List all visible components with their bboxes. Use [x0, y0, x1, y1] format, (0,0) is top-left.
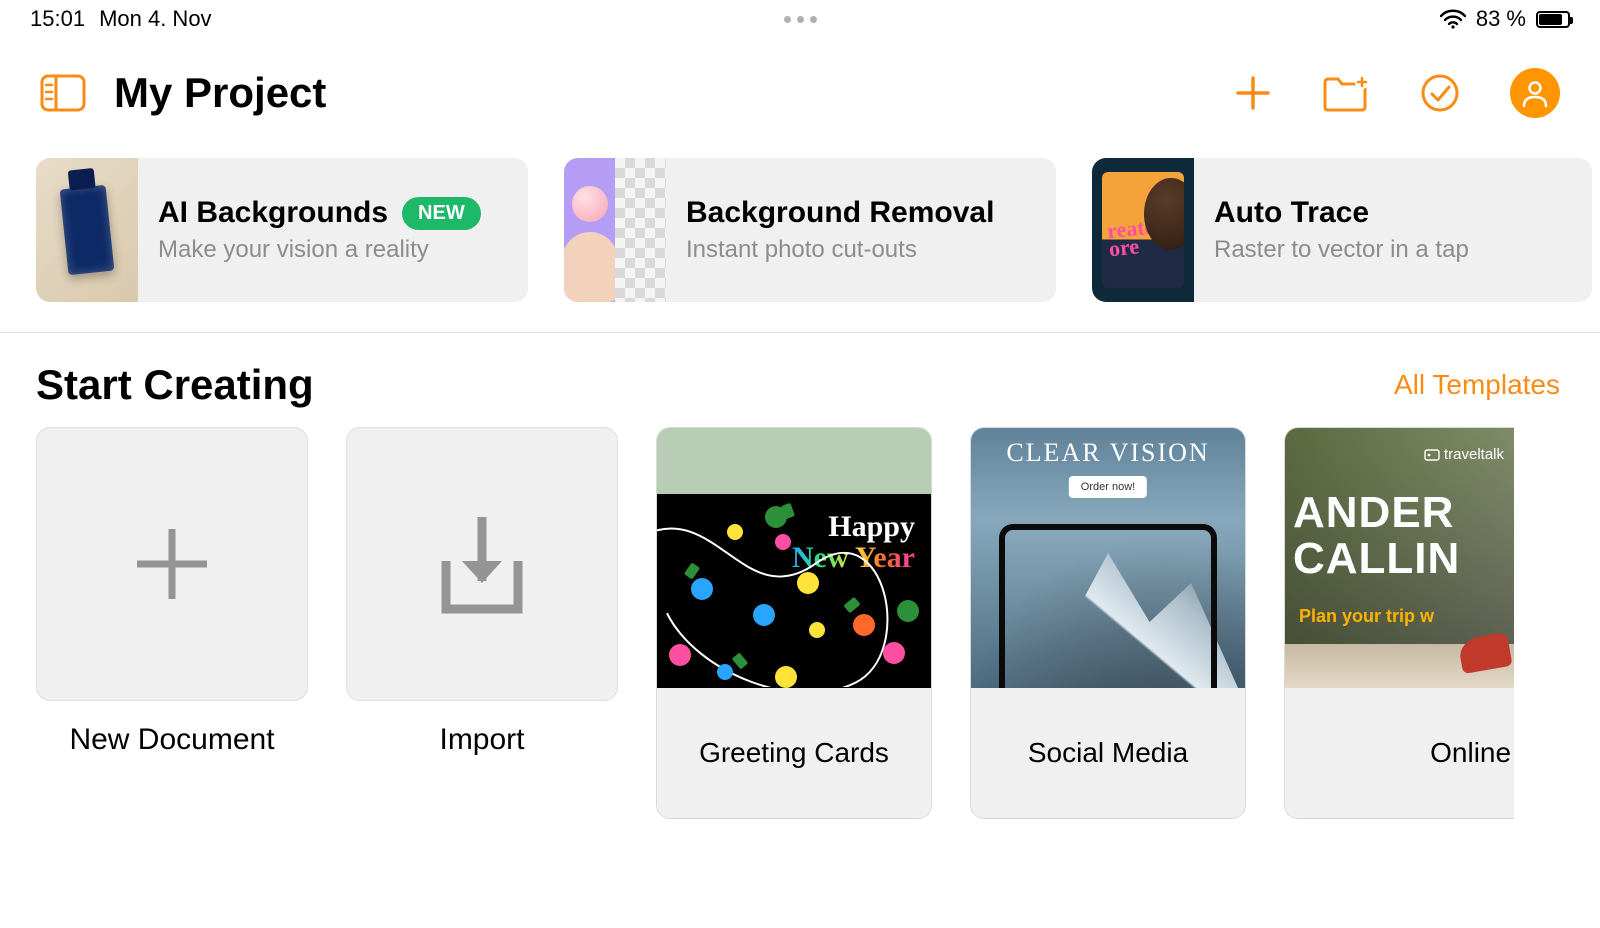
status-date: Mon 4. Nov	[99, 6, 212, 32]
all-templates-link[interactable]: All Templates	[1394, 369, 1560, 401]
status-time: 15:01	[30, 6, 85, 32]
ad-headline: ANDER CALLIN	[1293, 490, 1514, 582]
action-label: Import	[439, 723, 524, 757]
template-preview: traveltalk ANDER CALLIN Plan your trip w	[1285, 428, 1514, 688]
feature-subtitle: Raster to vector in a tap	[1214, 236, 1469, 264]
template-greeting-cards[interactable]: Happy New Year	[656, 427, 932, 819]
new-badge: NEW	[402, 197, 481, 230]
feature-title: Auto Trace	[1214, 196, 1369, 230]
feature-subtitle: Instant photo cut-outs	[686, 236, 994, 264]
multitask-dots[interactable]	[784, 16, 817, 23]
feature-auto-trace[interactable]: reateore Auto Trace Raster to vector in …	[1092, 158, 1592, 302]
ad-logo: traveltalk	[1424, 446, 1504, 463]
import-tile[interactable]: Import	[346, 427, 618, 819]
feature-title: Background Removal	[686, 196, 994, 230]
page-title: My Project	[114, 69, 1206, 117]
battery-icon	[1536, 11, 1570, 28]
feature-title: AI Backgrounds	[158, 196, 388, 230]
start-creating-row[interactable]: New Document Import Happy New Year	[0, 427, 1600, 819]
features-row[interactable]: AI Backgrounds NEW Make your vision a re…	[0, 138, 1600, 333]
feature-thumb: reateore	[1092, 158, 1194, 302]
profile-button[interactable]	[1510, 68, 1560, 118]
template-label: Social Media	[971, 688, 1245, 818]
feature-thumb	[564, 158, 666, 302]
ad-subline: Plan your trip w	[1299, 606, 1434, 627]
plus-icon	[127, 519, 217, 609]
select-mode-button[interactable]	[1420, 73, 1460, 113]
template-label: Greeting Cards	[657, 688, 931, 818]
feature-background-removal[interactable]: Background Removal Instant photo cut-out…	[564, 158, 1056, 302]
template-preview: Happy New Year	[657, 428, 931, 688]
template-online-ads[interactable]: traveltalk ANDER CALLIN Plan your trip w…	[1284, 427, 1514, 819]
template-label: Online A	[1430, 737, 1514, 769]
section-title-start-creating: Start Creating	[36, 361, 314, 409]
social-headline: CLEAR VISION	[971, 438, 1245, 468]
feature-ai-backgrounds[interactable]: AI Backgrounds NEW Make your vision a re…	[36, 158, 528, 302]
person-icon	[1520, 78, 1550, 108]
import-icon	[432, 509, 532, 619]
sidebar-toggle-icon[interactable]	[40, 74, 86, 112]
new-folder-button[interactable]	[1322, 73, 1370, 113]
social-cta: Order now!	[1069, 476, 1147, 498]
wifi-icon	[1440, 9, 1466, 29]
feature-thumb	[36, 158, 138, 302]
new-document-tile[interactable]: New Document	[36, 427, 308, 819]
status-battery-text: 83 %	[1476, 6, 1526, 32]
app-header: My Project	[0, 38, 1600, 138]
feature-subtitle: Make your vision a reality	[158, 236, 481, 264]
template-social-media[interactable]: CLEAR VISION Order now! Social Media	[970, 427, 1246, 819]
template-preview: CLEAR VISION Order now!	[971, 428, 1245, 688]
action-label: New Document	[69, 723, 274, 757]
add-button[interactable]	[1234, 74, 1272, 112]
status-bar: 15:01 Mon 4. Nov 83 %	[0, 0, 1600, 38]
